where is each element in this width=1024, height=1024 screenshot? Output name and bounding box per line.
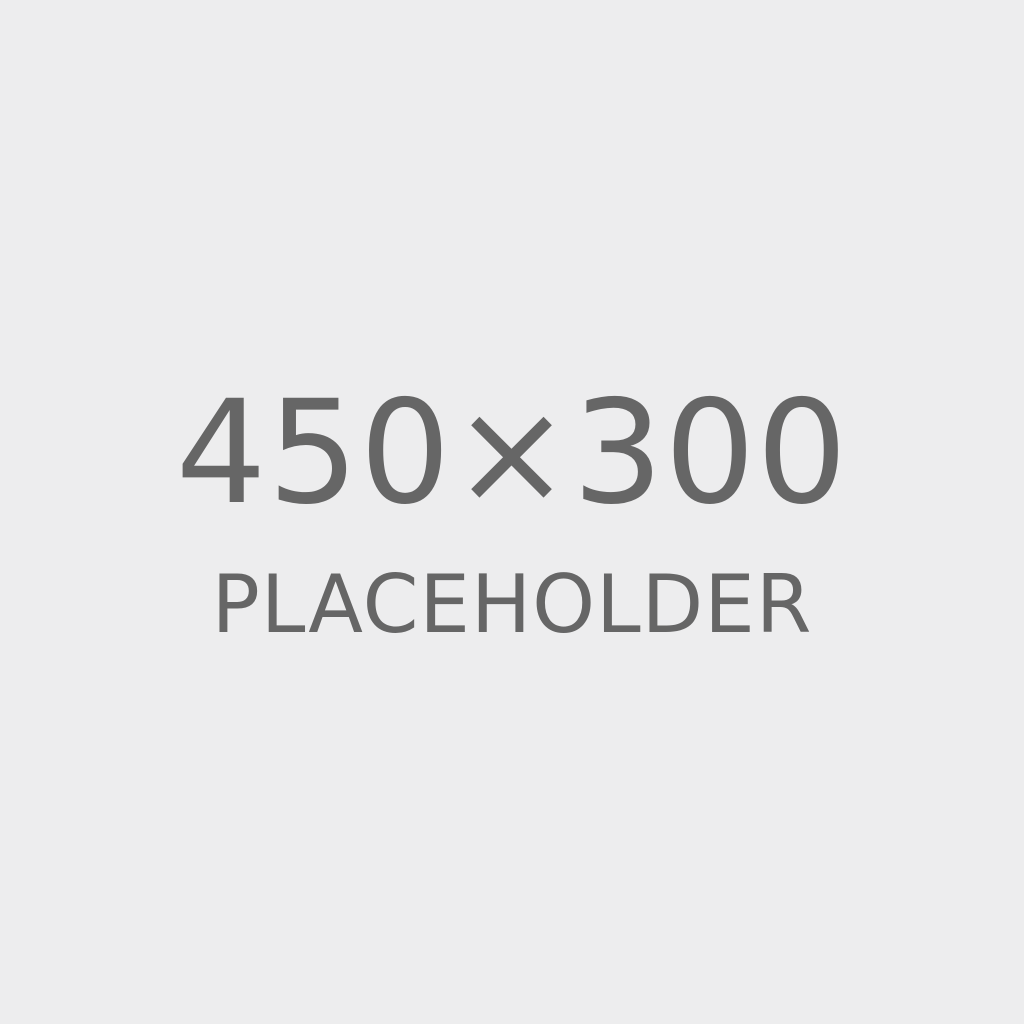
placeholder-dimensions: 450×300 xyxy=(175,369,849,536)
placeholder-image: 450×300 PLACEHOLDER xyxy=(0,0,1024,1024)
placeholder-label: PLACEHOLDER xyxy=(211,558,813,651)
